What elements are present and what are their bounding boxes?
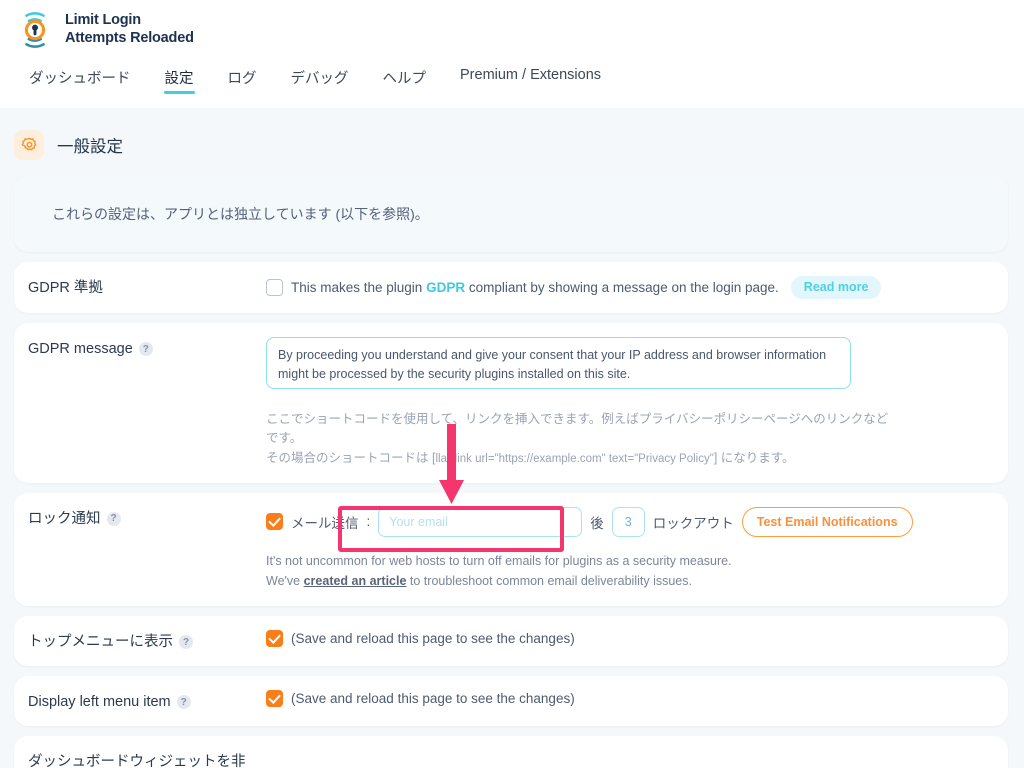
- label-lock-notify-text: ロック通知: [28, 510, 101, 527]
- gdpr-link[interactable]: GDPR: [426, 280, 465, 295]
- setting-row-dashboard-widget: ダッシュボードウィジェットを非: [14, 735, 1008, 768]
- brand-name: Limit Login Attempts Reloaded: [65, 12, 194, 46]
- left-menu-note: (Save and reload this page to see the ch…: [291, 690, 575, 706]
- keyhole-lock-icon: [14, 9, 56, 51]
- gdpr-message-helper: ここでショートコードを使用して、リンクを挿入できます。例えばプライバシーポリシー…: [266, 410, 926, 469]
- label-top-menu-text: トップメニューに表示: [28, 633, 173, 650]
- email-input[interactable]: [378, 506, 583, 537]
- tab-help[interactable]: ヘルプ: [366, 60, 444, 100]
- label-top-menu: トップメニューに表示 ?: [28, 630, 266, 652]
- label-gdpr-message: GDPR message ?: [28, 337, 266, 359]
- info-banner: これらの設定は、アプリとは独立しています (以下を参照)。: [14, 176, 1008, 252]
- send-mail-colon: :: [366, 514, 371, 530]
- setting-row-gdpr-message: GDPR message ? ここでショートコードを使用して、リンクを挿入できま…: [14, 323, 1008, 483]
- setting-row-top-menu: トップメニューに表示 ? (Save and reload this page …: [14, 615, 1008, 666]
- label-gdpr-message-text: GDPR message: [28, 341, 133, 357]
- tab-dashboard[interactable]: ダッシュボード: [12, 60, 148, 100]
- gdpr-description: This makes the plugin GDPR compliant by …: [291, 280, 779, 295]
- helper-line-1: ここでショートコードを使用して、リンクを挿入できます。例えばプライバシーポリシー…: [266, 412, 889, 426]
- info-banner-text: これらの設定は、アプリとは独立しています (以下を参照)。: [52, 206, 429, 222]
- setting-row-left-menu: Display left menu item ? (Save and reloa…: [14, 675, 1008, 726]
- top-menu-checkbox[interactable]: [266, 629, 283, 647]
- helper-line-3: その場合のショートコードは [llar-link url="https://ex…: [266, 449, 926, 469]
- help-icon-lock-notify[interactable]: ?: [106, 511, 121, 526]
- app-header: Limit Login Attempts Reloaded: [0, 0, 1024, 60]
- label-dashboard-widget: ダッシュボードウィジェットを非: [28, 750, 266, 768]
- label-dashboard-widget-text: ダッシュボードウィジェットを非: [28, 753, 246, 768]
- send-mail-label: メール送信: [291, 515, 359, 531]
- helper-shortcode: llar-link url="https://example.com" text…: [435, 452, 714, 465]
- lock-notify-note: It's not uncommon for web hosts to turn …: [266, 551, 992, 592]
- test-email-notifications-button[interactable]: Test Email Notifications: [741, 506, 913, 537]
- tab-logs[interactable]: ログ: [211, 60, 274, 100]
- gdpr-message-textarea[interactable]: [266, 337, 851, 389]
- helper-line-3-pre: その場合のショートコードは [: [266, 450, 436, 465]
- setting-row-gdpr: GDPR 準拠 This makes the plugin GDPR compl…: [14, 262, 1008, 313]
- created-article-link[interactable]: created an article: [304, 574, 407, 588]
- lockouts-count-input[interactable]: [611, 506, 645, 537]
- help-icon-gdpr-message[interactable]: ?: [138, 342, 153, 357]
- gdpr-text-after: compliant by showing a message on the lo…: [465, 280, 779, 295]
- lock-notify-checkbox[interactable]: [266, 513, 283, 531]
- left-menu-checkbox[interactable]: [266, 689, 283, 707]
- main-nav: ダッシュボード 設定 ログ デバッグ ヘルプ Premium / Extensi…: [0, 60, 1024, 108]
- gdpr-text-before: This makes the plugin: [291, 280, 427, 295]
- setting-row-lock-notify: ロック通知 ? メール送信 : 後 ロックアウト Test Email Noti…: [14, 492, 1008, 606]
- label-left-menu-text: Display left menu item: [28, 693, 171, 710]
- help-icon-left-menu[interactable]: ?: [176, 695, 191, 710]
- page-title: 一般設定: [57, 138, 123, 156]
- label-gdpr: GDPR 準拠: [28, 276, 266, 298]
- tab-premium-extensions[interactable]: Premium / Extensions: [443, 60, 618, 100]
- lock-notify-note-line-2: We've created an article to troubleshoot…: [266, 571, 992, 592]
- help-icon-top-menu[interactable]: ?: [179, 635, 193, 650]
- note-post: to troubleshoot common email deliverabil…: [406, 574, 692, 589]
- label-left-menu: Display left menu item ?: [28, 690, 266, 712]
- helper-line-2: です。: [266, 431, 303, 446]
- read-more-button[interactable]: Read more: [790, 276, 882, 299]
- gear-icon: [14, 130, 44, 160]
- top-menu-note: (Save and reload this page to see the ch…: [291, 630, 575, 646]
- label-lock-notify: ロック通知 ?: [28, 507, 266, 529]
- brand-logo[interactable]: Limit Login Attempts Reloaded: [14, 9, 194, 51]
- label-gdpr-text: GDPR 準拠: [28, 280, 103, 296]
- lockouts-label: ロックアウト: [652, 515, 734, 531]
- gdpr-checkbox[interactable]: [266, 279, 283, 296]
- after-label: 後: [590, 515, 604, 531]
- section-header: 一般設定: [0, 108, 1024, 176]
- tab-settings[interactable]: 設定: [148, 60, 211, 100]
- helper-line-3-post: ] になります。: [713, 450, 795, 465]
- note-pre: We've: [266, 574, 304, 589]
- tab-debug[interactable]: デバッグ: [274, 60, 366, 100]
- lock-notify-note-line-1: It's not uncommon for web hosts to turn …: [266, 553, 732, 568]
